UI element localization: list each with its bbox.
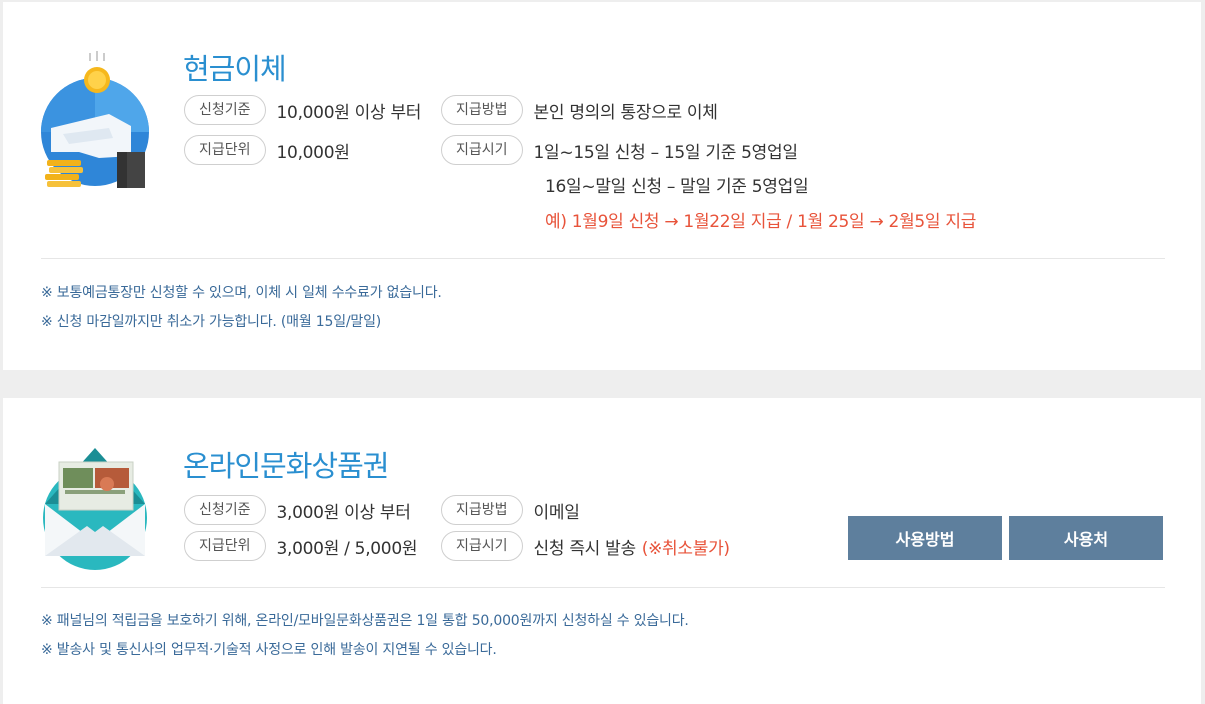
cash-transfer-icon [39,48,151,188]
voucher-note-1: ※ 패널님의 적립금을 보호하기 위해, 온라인/모바일문화상품권은 1일 통합… [41,613,689,629]
criteria-value: 10,000원 이상 부터 [276,102,422,123]
cash-criteria-row: 신청기준 10,000원 이상 부터 [184,95,421,125]
method-value: 이메일 [533,502,580,523]
criteria-value: 3,000원 이상 부터 [276,502,411,523]
voucher-divider [41,587,1165,588]
method-label: 지급방법 [441,495,523,525]
voucher-unit-row: 지급단위 3,000원 / 5,000원 [184,531,417,561]
cash-transfer-card: 현금이체 신청기준 10,000원 이상 부터 지급단위 10,000원 지급방… [3,2,1201,370]
criteria-label: 신청기준 [184,495,266,525]
timing-example: 예) 1월9일 신청 → 1월22일 지급 / 1월 25일 → 2월5일 지급 [545,212,977,232]
method-value: 본인 명의의 통장으로 이체 [533,102,718,123]
cash-timing-example-row: 예) 1월9일 신청 → 1월22일 지급 / 1월 25일 → 2월5일 지급 [545,207,976,232]
timing-cancel-note: (※취소불가) [641,538,730,559]
usage-guide-button[interactable]: 사용방법 [848,516,1002,560]
timing-line-1: 1일~15일 신청 – 15일 기준 5영업일 [533,142,798,163]
timing-line-2: 16일~말일 신청 – 말일 기준 5영업일 [545,177,809,197]
cash-timing-row: 지급시기 1일~15일 신청 – 15일 기준 5영업일 [441,135,798,165]
voucher-envelope-icon [39,444,151,572]
unit-label: 지급단위 [184,135,266,165]
usage-place-button[interactable]: 사용처 [1009,516,1163,560]
criteria-label: 신청기준 [184,95,266,125]
cash-transfer-title: 현금이체 [183,52,287,86]
timing-value: 신청 즉시 발송 [533,538,637,559]
cash-unit-row: 지급단위 10,000원 [184,135,350,165]
cash-note-1: ※ 보통예금통장만 신청할 수 있으며, 이체 시 일체 수수료가 없습니다. [41,285,442,301]
voucher-criteria-row: 신청기준 3,000원 이상 부터 [184,495,411,525]
timing-label: 지급시기 [441,135,523,165]
voucher-method-row: 지급방법 이메일 [441,495,580,525]
voucher-note-2: ※ 발송사 및 통신사의 업무적·기술적 사정으로 인해 발송이 지연될 수 있… [41,642,497,658]
unit-value: 10,000원 [276,142,350,163]
cash-divider [41,258,1165,259]
voucher-timing-row: 지급시기 신청 즉시 발송 (※취소불가) [441,531,730,561]
unit-value: 3,000원 / 5,000원 [276,538,418,559]
voucher-title: 온라인문화상품권 [183,449,389,483]
timing-label: 지급시기 [441,531,523,561]
cash-note-2: ※ 신청 마감일까지만 취소가 가능합니다. (매월 15일/말일) [41,314,382,330]
cash-method-row: 지급방법 본인 명의의 통장으로 이체 [441,95,718,125]
unit-label: 지급단위 [184,531,266,561]
method-label: 지급방법 [441,95,523,125]
voucher-card: 온라인문화상품권 신청기준 3,000원 이상 부터 지급단위 3,000원 /… [3,398,1201,704]
cash-timing-line-2-row: 16일~말일 신청 – 말일 기준 5영업일 [545,172,809,197]
